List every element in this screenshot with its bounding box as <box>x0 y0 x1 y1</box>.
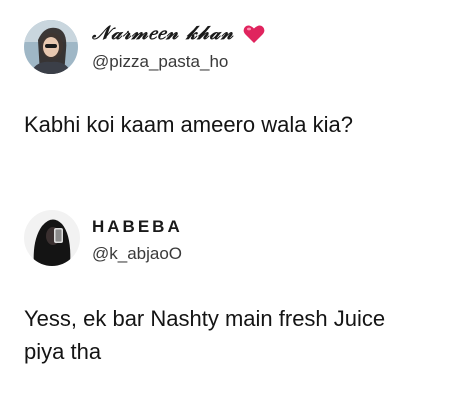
user-handle[interactable]: @k_abjaoO <box>92 244 182 264</box>
tweet-text: Kabhi koi kaam ameero wala kia? <box>24 112 353 137</box>
tweet-card-narmeen: 𝒩𝒶𝓇𝓂𝑒𝑒𝓃 𝓀𝒽𝒶𝓃 @pizza_pasta_ho Kabhi koi k… <box>0 0 450 195</box>
avatar-photo-icon <box>24 20 78 74</box>
user-handle[interactable]: @pizza_pasta_ho <box>92 52 228 72</box>
avatar-photo-icon <box>24 210 80 266</box>
tweet-text: Yess, ek bar Nashty main fresh Juice piy… <box>24 306 386 364</box>
tweet-card-habeba: HABEBA @k_abjaoO Yess, ek bar Nashty mai… <box>0 195 450 415</box>
avatar[interactable] <box>24 210 80 266</box>
avatar[interactable] <box>24 20 78 74</box>
display-name[interactable]: HABEBA <box>92 217 183 237</box>
red-heart-icon <box>244 25 265 43</box>
display-name[interactable]: 𝒩𝒶𝓇𝓂𝑒𝑒𝓃 𝓀𝒽𝒶𝓃 <box>92 22 265 44</box>
